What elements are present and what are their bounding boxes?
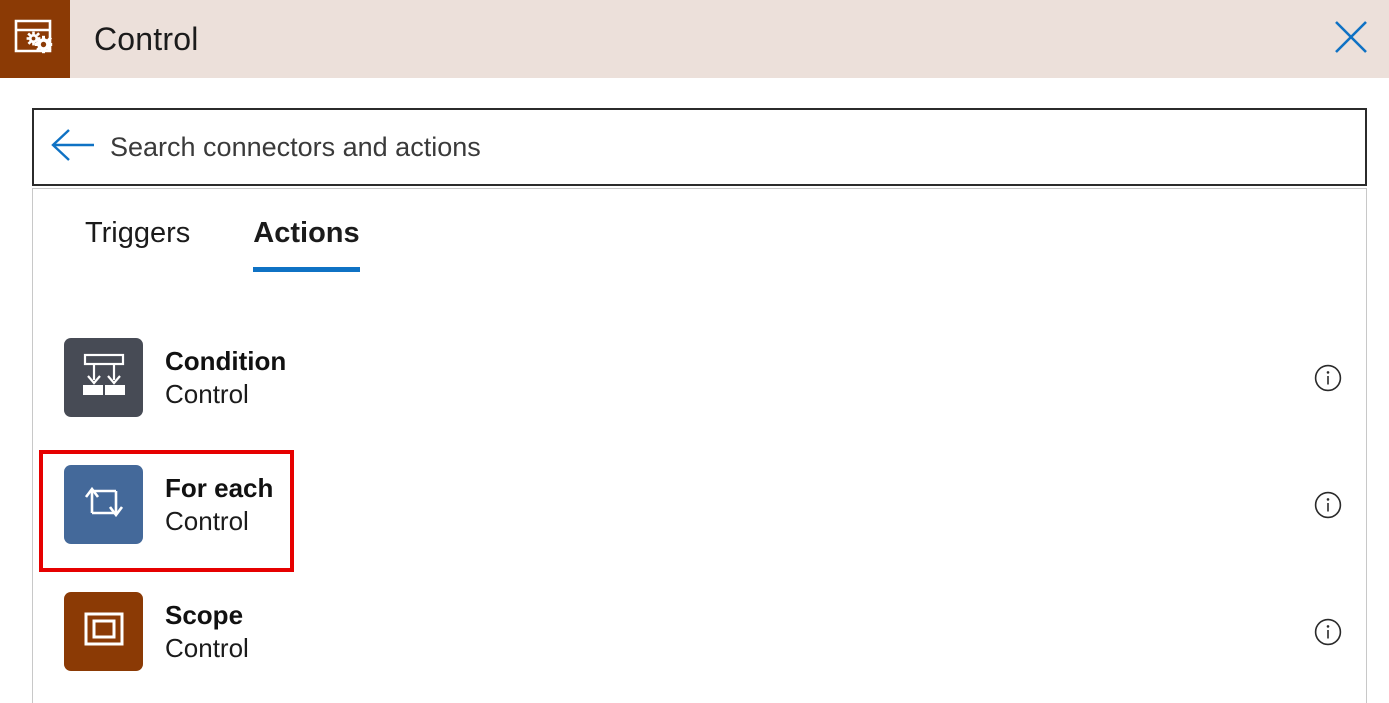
condition-icon-tile (64, 338, 143, 417)
action-title: Scope (165, 600, 249, 630)
connector-results-panel: Triggers Actions (32, 188, 1367, 703)
tab-actions[interactable]: Actions (253, 217, 359, 272)
tab-list: Triggers Actions (85, 217, 423, 272)
for-each-icon-tile (64, 465, 143, 544)
action-text-condition: Condition Control (165, 346, 286, 409)
close-icon (1332, 18, 1370, 61)
close-button[interactable] (1313, 0, 1389, 78)
action-list: Condition Control (33, 314, 1366, 695)
search-input[interactable] (110, 117, 1365, 177)
window-title-bar: Control (0, 0, 1389, 78)
info-icon[interactable] (1313, 617, 1343, 647)
scope-icon-tile (64, 592, 143, 671)
action-subtitle: Control (165, 506, 273, 536)
window-gears-icon (13, 18, 57, 61)
tab-triggers[interactable]: Triggers (85, 217, 190, 272)
tab-triggers-label: Triggers (85, 217, 190, 249)
control-connector-icon-tile (0, 0, 70, 78)
back-arrow-icon (48, 127, 96, 168)
window-title: Control (70, 0, 1313, 78)
action-text-scope: Scope Control (165, 600, 249, 663)
info-icon[interactable] (1313, 363, 1343, 393)
action-title: Condition (165, 346, 286, 376)
action-subtitle: Control (165, 379, 286, 409)
action-text-for-each: For each Control (165, 473, 273, 536)
back-button[interactable] (34, 127, 110, 168)
action-row-for-each[interactable]: For each Control (33, 441, 1366, 568)
tab-actions-label: Actions (253, 217, 359, 249)
scope-nested-rectangles-icon (80, 608, 128, 655)
action-title: For each (165, 473, 273, 503)
search-bar[interactable] (32, 108, 1367, 186)
loop-repeat-icon (80, 479, 128, 530)
action-row-condition[interactable]: Condition Control (33, 314, 1366, 441)
action-row-scope[interactable]: Scope Control (33, 568, 1366, 695)
info-icon[interactable] (1313, 490, 1343, 520)
action-subtitle: Control (165, 633, 249, 663)
condition-icon (79, 352, 129, 403)
